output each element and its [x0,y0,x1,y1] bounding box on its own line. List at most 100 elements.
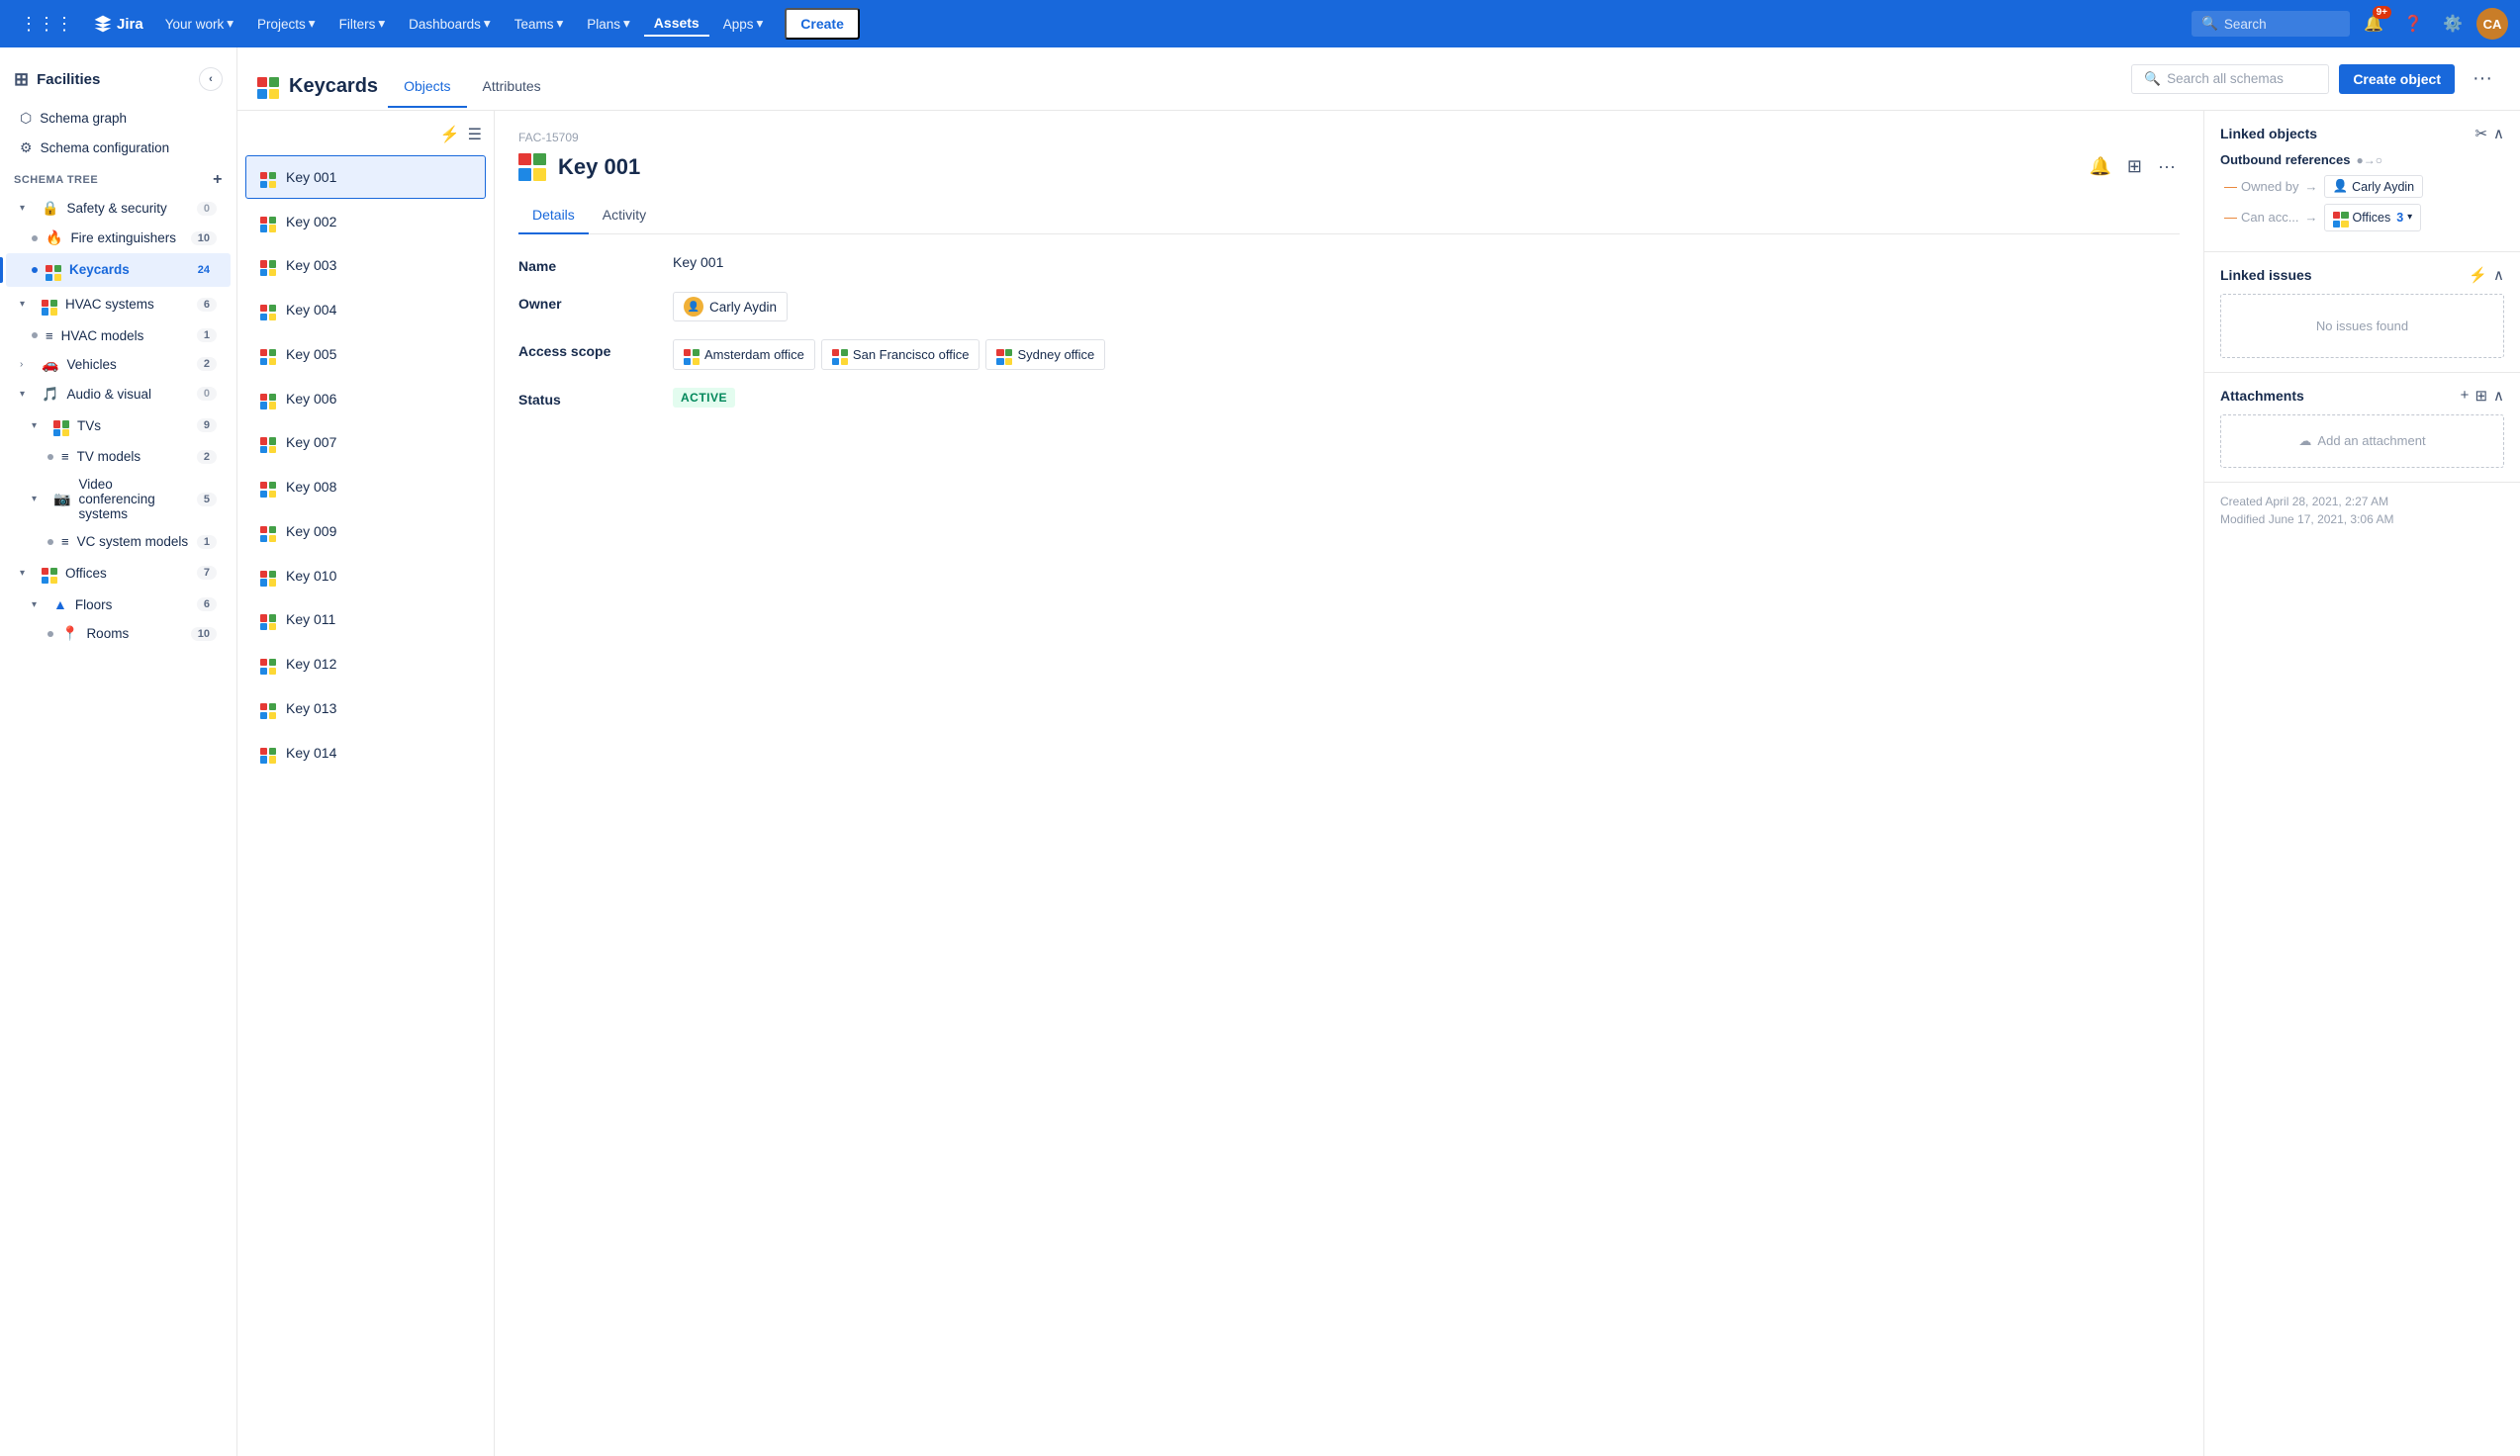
amsterdam-office-chip[interactable]: Amsterdam office [673,339,815,370]
dot-icon [32,235,38,241]
chevron-down-icon: ▾ [2407,212,2412,223]
offices-chip[interactable]: Offices 3 ▾ [2324,204,2422,231]
owner-value: Carly Aydin [709,300,777,315]
collapse-issues-icon[interactable]: ∧ [2493,266,2504,284]
list-item[interactable]: Key 003 [245,244,486,288]
list-item[interactable]: Key 006 [245,377,486,420]
offices-icon [42,562,57,584]
dot-icon [47,454,53,460]
dot-icon [32,332,38,338]
sidebar-item-tv-models[interactable]: ≡ TV models 2 [6,443,231,470]
sidebar: ⊞ Facilities ‹ ⬡ Schema graph ⚙ Schema c… [0,47,237,1456]
office-icon [996,344,1012,365]
name-field-row: Name Key 001 [518,254,2180,274]
sidebar-item-schema-config[interactable]: ⚙ Schema configuration [6,134,231,162]
sf-office-chip[interactable]: San Francisco office [821,339,980,370]
list-item[interactable]: Key 009 [245,509,486,553]
key-grid-icon [260,653,276,675]
list-item[interactable]: Key 001 [245,155,486,199]
create-button[interactable]: Create [785,8,860,40]
sidebar-item-schema-graph[interactable]: ⬡ Schema graph [6,104,231,133]
list-item[interactable]: Key 014 [245,731,486,774]
more-detail-icon[interactable]: ··· [2154,152,2180,181]
filters-menu[interactable]: Filters▾ [329,12,396,36]
key-grid-icon [260,565,276,587]
detail-title-left: Key 001 [518,152,640,180]
schema-search[interactable]: 🔍 Search all schemas [2131,64,2329,94]
filter-issues-icon[interactable]: ⚡ [2469,266,2487,284]
dashboards-menu[interactable]: Dashboards▾ [399,12,501,36]
link-icon[interactable]: ✂ [2474,125,2487,142]
sidebar-item-vehicles[interactable]: › 🚗 Vehicles 2 [6,350,231,379]
collapse-icon[interactable]: ∧ [2493,125,2504,142]
sidebar-item-hvac-models[interactable]: ≡ HVAC models 1 [6,322,231,349]
notifications-button[interactable]: 🔔 9+ [2358,8,2389,40]
list-item[interactable]: Key 013 [245,686,486,730]
tab-attributes[interactable]: Attributes [467,66,557,108]
fire-icon: 🔥 [46,229,62,246]
add-tree-item-icon[interactable]: + [213,171,223,189]
settings-button[interactable]: ⚙️ [2437,8,2469,40]
global-search[interactable]: 🔍 Search [2192,11,2350,37]
assets-menu[interactable]: Assets [644,11,709,37]
sidebar-item-safety[interactable]: ▾ 🔒 Safety & security 0 [6,194,231,223]
sidebar-item-av[interactable]: ▾ 🎵 Audio & visual 0 [6,380,231,409]
list-item[interactable]: Key 012 [245,642,486,685]
apps-menu[interactable]: Apps▾ [713,12,774,36]
add-attachment-box[interactable]: ☁ Add an attachment [2220,414,2504,468]
app-switcher-icon[interactable]: ⋮⋮⋮ [12,10,81,39]
sidebar-item-vc-models[interactable]: ≡ VC system models 1 [6,528,231,555]
vehicles-icon: 🚗 [42,356,58,373]
no-issues-box: No issues found [2220,294,2504,358]
plans-menu[interactable]: Plans▾ [577,12,640,36]
projects-menu[interactable]: Projects▾ [247,12,326,36]
list-item[interactable]: Key 005 [245,332,486,376]
create-object-button[interactable]: Create object [2339,64,2455,94]
help-button[interactable]: ❓ [2397,8,2429,40]
filter-icon[interactable]: ⚡ [440,125,460,144]
access-chips: Amsterdam office San Francisco office [673,339,1105,370]
owned-by-chip[interactable]: 👤 Carly Aydin [2324,175,2424,198]
sidebar-item-offices[interactable]: ▾ Offices 7 [6,556,231,590]
key-grid-icon [260,697,276,719]
list-item[interactable]: Key 002 [245,200,486,243]
sidebar-item-rooms[interactable]: 📍 Rooms 10 [6,619,231,648]
detail-tab-details[interactable]: Details [518,197,589,234]
sidebar-item-floors[interactable]: ▾ ▲ Floors 6 [6,591,231,618]
list-item[interactable]: Key 011 [245,598,486,642]
owner-chip[interactable]: 👤 Carly Aydin [673,292,788,321]
user-avatar[interactable]: CA [2476,8,2508,40]
top-navigation: ⋮⋮⋮ Jira Your work▾ Projects▾ Filters▾ D… [0,0,2520,47]
your-work-menu[interactable]: Your work▾ [155,12,243,36]
more-options-button[interactable]: ··· [2465,63,2500,94]
notify-icon[interactable]: 🔔 [2086,152,2115,181]
facilities-icon: ⊞ [14,69,29,90]
owner-label: Owner [518,292,657,312]
linked-issues-icons: ⚡ ∧ [2469,266,2504,284]
list-item[interactable]: Key 010 [245,554,486,597]
sidebar-item-tvs[interactable]: ▾ TVs 9 [6,410,231,443]
qr-icon[interactable]: ⊞ [2123,152,2146,181]
key-grid-icon [260,476,276,498]
add-attachment-icon[interactable]: + [2461,387,2470,404]
sidebar-item-fire-ext[interactable]: 🔥 Fire extinguishers 10 [6,224,231,252]
list-item[interactable]: Key 004 [245,288,486,331]
sidebar-item-vc[interactable]: ▾ 📷 Video conferencing systems 5 [6,471,231,527]
grid-attachment-icon[interactable]: ⊞ [2474,387,2487,405]
teams-menu[interactable]: Teams▾ [505,12,574,36]
tab-objects[interactable]: Objects [388,66,466,108]
collapse-attachments-icon[interactable]: ∧ [2493,387,2504,405]
detail-title: Key 001 [558,154,640,180]
list-item[interactable]: Key 008 [245,465,486,508]
detail-header: Key 001 🔔 ⊞ ··· [518,152,2180,181]
list-item[interactable]: Key 007 [245,421,486,465]
sidebar-item-hvac[interactable]: ▾ HVAC systems 6 [6,288,231,321]
jira-logo[interactable]: Jira [85,14,151,34]
sidebar-collapse-button[interactable]: ‹ [199,67,223,91]
detail-tab-activity[interactable]: Activity [589,197,660,234]
list-view-icon[interactable]: ☰ [468,125,482,144]
sidebar-item-keycards[interactable]: Keycards 24 [6,253,231,287]
vc-models-icon: ≡ [61,534,69,549]
sydney-office-chip[interactable]: Sydney office [985,339,1105,370]
dot-icon [32,267,38,273]
